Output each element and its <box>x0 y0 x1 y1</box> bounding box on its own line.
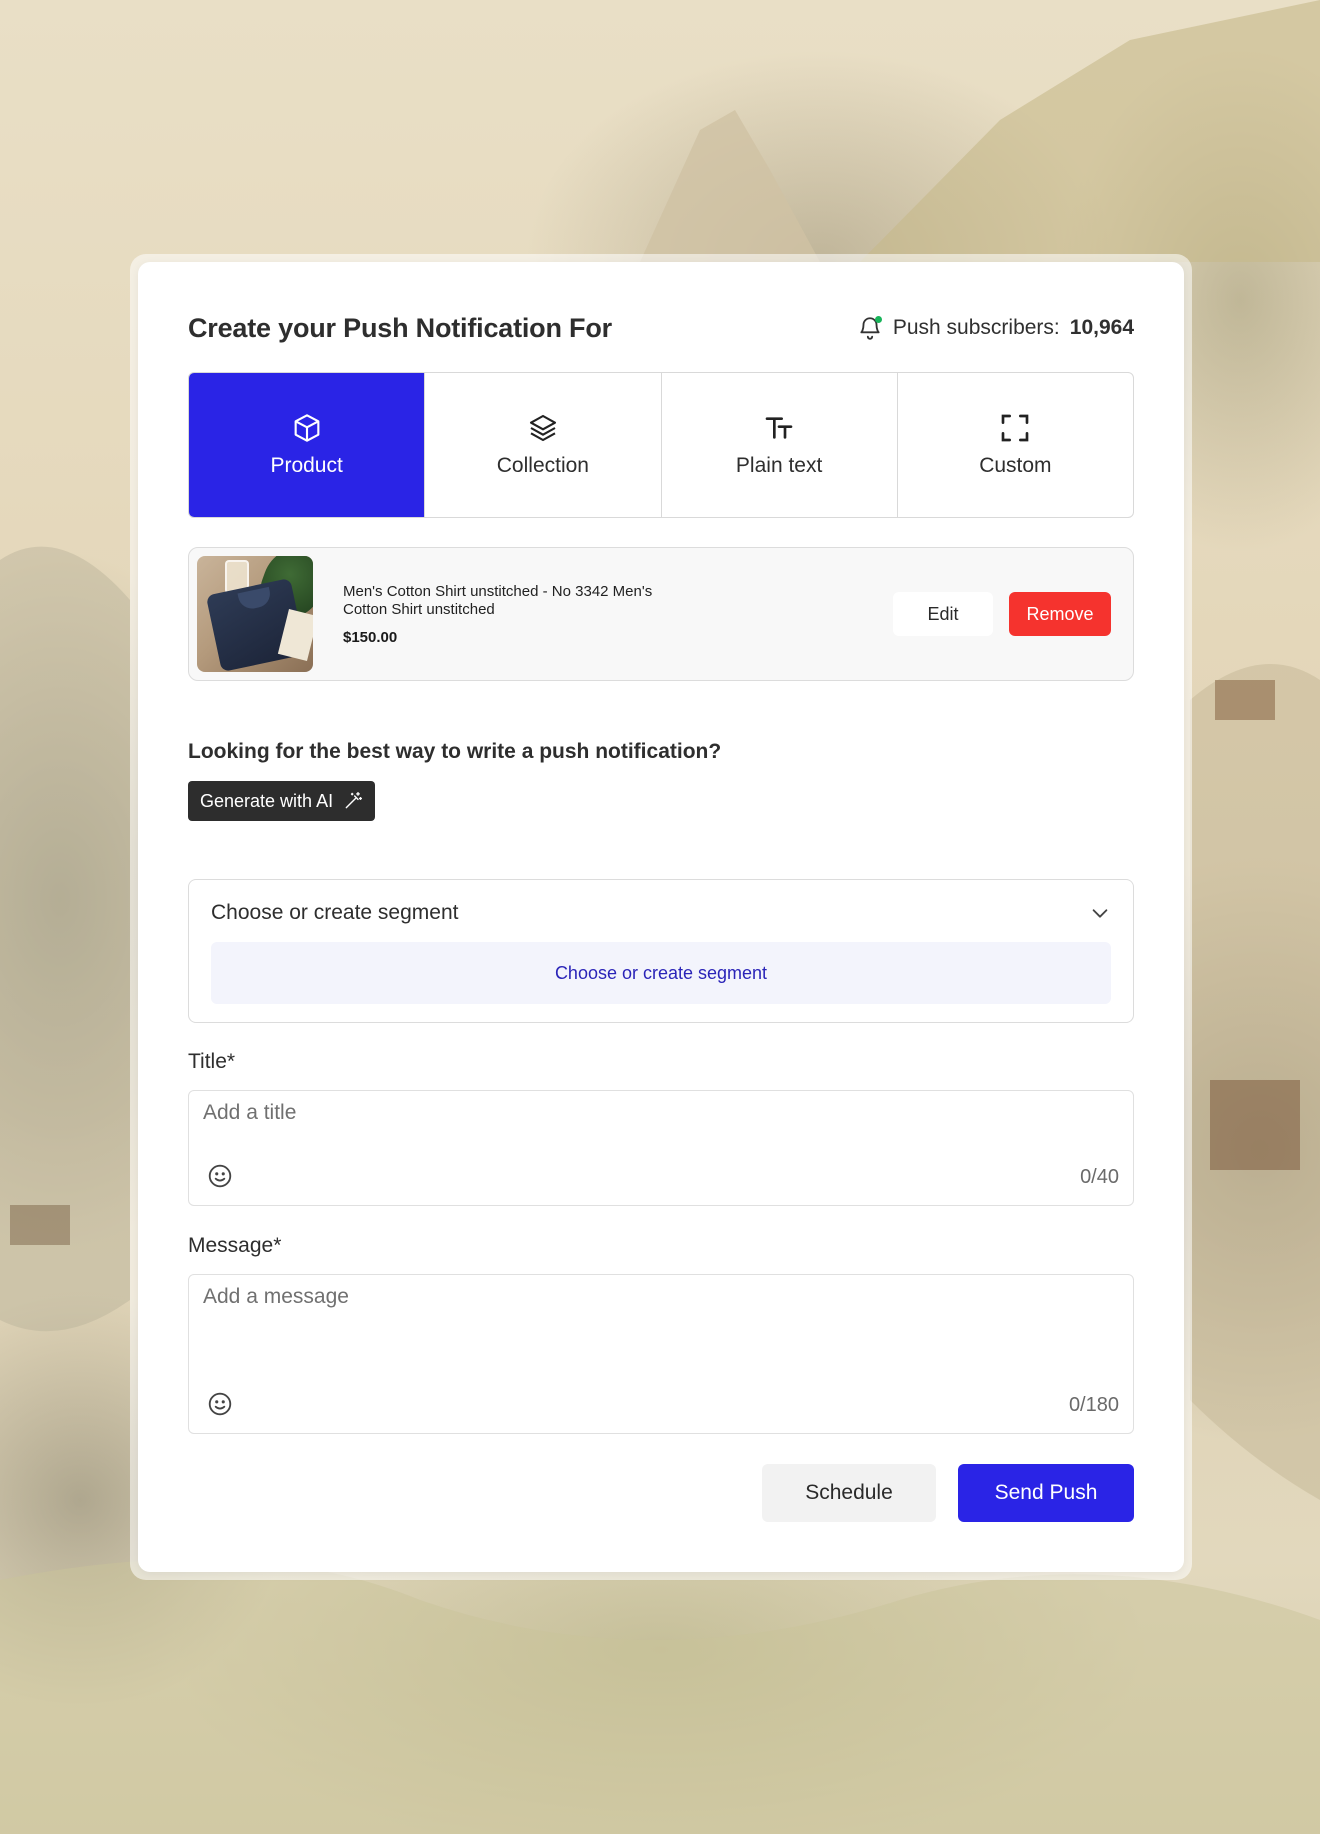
card-header: Create your Push Notification For Push s… <box>188 312 1134 344</box>
segment-panel: Choose or create segment Choose or creat… <box>188 879 1134 1023</box>
product-info: Men's Cotton Shirt unstitched - No 3342 … <box>343 583 893 646</box>
emoji-icon[interactable] <box>207 1163 233 1189</box>
tab-label: Custom <box>979 454 1052 477</box>
layers-icon <box>529 414 556 442</box>
title-label: Title* <box>188 1050 236 1073</box>
magic-wand-icon <box>345 791 363 809</box>
tab-collection[interactable]: Collection <box>425 373 662 517</box>
title-field: 0/40 <box>188 1090 1134 1206</box>
product-thumbnail <box>197 556 313 672</box>
segment-dropdown-label: Choose or create segment <box>211 901 459 924</box>
emoji-icon[interactable] <box>207 1391 233 1417</box>
generate-with-ai-label: Generate with AI <box>200 790 334 811</box>
selected-product-card: Men's Cotton Shirt unstitched - No 3342 … <box>188 547 1134 681</box>
ai-prompt-heading: Looking for the best way to write a push… <box>188 740 722 763</box>
product-price: $150.00 <box>343 628 398 646</box>
choose-segment-button[interactable]: Choose or create segment <box>211 942 1111 1004</box>
message-char-counter: 0/180 <box>1068 1394 1119 1416</box>
page-title: Create your Push Notification For <box>188 312 612 343</box>
edit-button[interactable]: Edit <box>893 592 993 636</box>
tab-custom[interactable]: Custom <box>898 373 1133 517</box>
message-label: Message* <box>188 1234 282 1257</box>
status-dot <box>874 316 882 323</box>
remove-button[interactable]: Remove <box>1009 592 1111 636</box>
tab-label: Plain text <box>735 454 823 477</box>
subscribers-count: 10,964 <box>1069 316 1134 339</box>
product-name: Men's Cotton Shirt unstitched - No 3342 … <box>343 582 653 618</box>
text-size-icon <box>765 417 793 439</box>
title-input[interactable] <box>203 1101 1119 1125</box>
send-push-button[interactable]: Send Push <box>958 1464 1134 1522</box>
push-notification-card: Create your Push Notification For Push s… <box>138 262 1184 1572</box>
message-field: 0/180 <box>188 1274 1134 1434</box>
title-char-counter: 0/40 <box>1080 1166 1119 1188</box>
tab-plain-text[interactable]: Plain text <box>662 373 898 517</box>
frame-corners-icon <box>1002 414 1029 442</box>
tab-product[interactable]: Product <box>189 373 426 517</box>
generate-with-ai-button[interactable]: Generate with AI <box>188 781 376 821</box>
bell-icon <box>857 315 883 341</box>
chevron-down-icon <box>1092 909 1108 918</box>
cube-icon <box>294 414 320 442</box>
notification-type-tabs: Product Collection Plain text Custom <box>188 372 1134 518</box>
push-subscribers: Push subscribers: 10,964 <box>857 315 1134 341</box>
tab-label: Collection <box>496 454 589 477</box>
segment-dropdown[interactable]: Choose or create segment <box>211 898 1111 928</box>
tab-label: Product <box>270 454 343 477</box>
schedule-button[interactable]: Schedule <box>762 1464 936 1522</box>
subscribers-label: Push subscribers: <box>892 316 1060 339</box>
message-input[interactable] <box>203 1285 1119 1357</box>
